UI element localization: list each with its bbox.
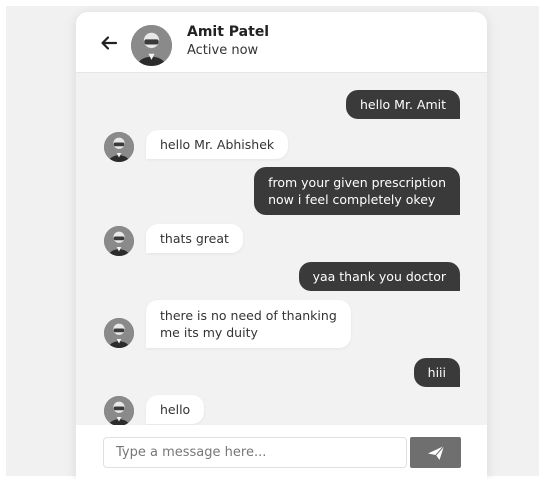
message-received: hello [146, 395, 205, 424]
send-icon [410, 445, 461, 461]
send-button[interactable] [410, 437, 461, 468]
message-text-line: from your given prescription [268, 175, 446, 190]
message-text-line: now i feel completely okey [268, 192, 436, 207]
message-received: hello Mr. Abhishek [146, 130, 289, 159]
message-received: there is no need of thanking me its my d… [146, 300, 351, 348]
message-sent: yaa thank you doctor [298, 262, 460, 291]
message-sent: hello Mr. Amit [345, 90, 460, 119]
avatar[interactable] [131, 25, 172, 66]
message-text-line: there is no need of thanking [160, 308, 337, 323]
avatar [104, 226, 134, 256]
message-composer [76, 425, 487, 479]
chat-header: Amit Patel Active now [76, 12, 487, 73]
message-sent: from your given prescription now i feel … [254, 167, 460, 215]
message-text: hello Mr. Amit [359, 97, 446, 112]
contact-status: Active now [187, 43, 259, 58]
contact-name: Amit Patel [187, 24, 270, 40]
message-text: hiii [427, 365, 446, 380]
message-received: thats great [146, 224, 243, 253]
message-text-line: me its my duity [160, 325, 258, 340]
message-sent: hiii [413, 358, 460, 387]
chat-window: Amit Patel Active now hello Mr. Amit hel… [76, 12, 487, 479]
message-text: hello [160, 402, 191, 417]
avatar [104, 396, 134, 426]
message-text: thats great [160, 231, 229, 246]
arrow-left-icon[interactable] [100, 34, 118, 52]
message-text: yaa thank you doctor [312, 269, 446, 284]
message-text: hello Mr. Abhishek [160, 137, 275, 152]
message-input[interactable] [103, 437, 407, 468]
avatar [104, 318, 134, 348]
avatar [104, 132, 134, 162]
